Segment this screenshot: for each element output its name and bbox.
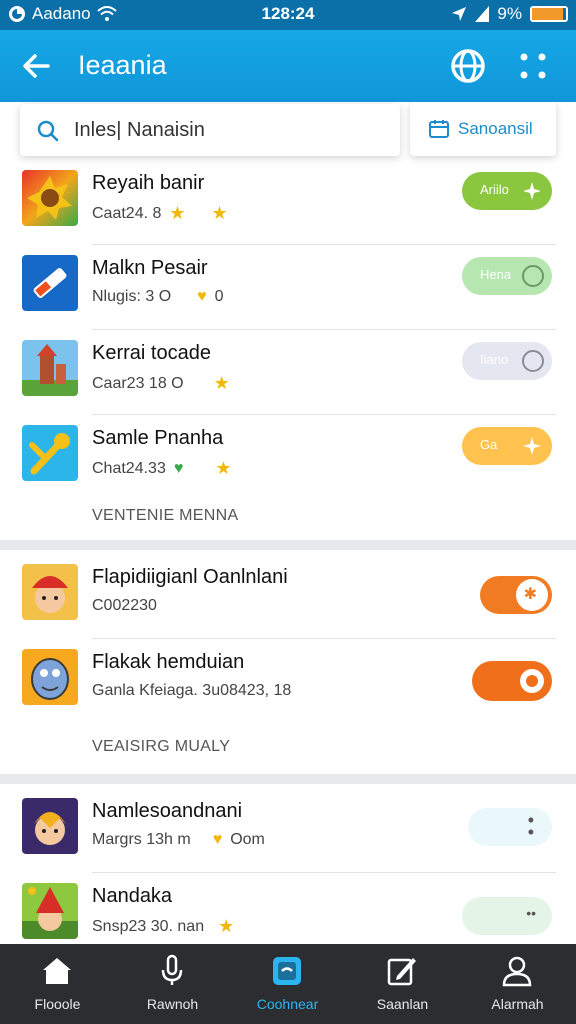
toggle-switch[interactable]: ✱ xyxy=(480,576,552,614)
nav-voice[interactable]: Rawnoh xyxy=(115,944,230,1024)
list-item[interactable]: Kerrai tocade Caar23 18 O ★ Iiano xyxy=(0,330,576,415)
app-thumbnail xyxy=(22,798,78,854)
item-meta: C002230 xyxy=(92,597,157,614)
app-bar: Ieaania xyxy=(0,30,576,102)
star-icon: ★ xyxy=(211,203,228,223)
item-name: Namlesoandnani xyxy=(92,800,243,822)
search-field[interactable]: Inles| Nanaisin xyxy=(20,104,400,156)
search-icon xyxy=(37,120,59,142)
battery-percent: 9% xyxy=(497,4,522,23)
star-icon: ★ xyxy=(213,373,230,393)
microphone-icon xyxy=(161,954,183,985)
app-thumbnail xyxy=(22,425,78,481)
heart-icon: ♥ xyxy=(197,288,207,305)
sparkle-icon xyxy=(523,437,541,455)
scan-button[interactable]: Sanoansil xyxy=(410,102,556,156)
sparkle-icon xyxy=(523,182,541,200)
list-item[interactable]: Flapidiigianl Oanlnlani C002230 ✱ xyxy=(0,554,576,639)
toggle-label: Ga xyxy=(480,437,498,452)
status-bar: Aadano 128:24 9% xyxy=(0,0,576,30)
nav-label: Flooole xyxy=(34,996,81,1012)
heart-icon: ♥ xyxy=(173,459,184,477)
calendar-icon xyxy=(429,120,449,138)
section-header: VENTENIE MENNA xyxy=(92,507,239,524)
star-icon: ★ xyxy=(215,458,232,478)
options-button[interactable]: •• xyxy=(462,897,552,935)
section-divider xyxy=(0,774,576,784)
user-icon xyxy=(502,956,532,987)
page-title: Ieaania xyxy=(78,50,167,80)
main-content: Inles| Nanaisin Sanoansil Reyaih banir C… xyxy=(0,102,576,944)
toggle-label: Iiano xyxy=(480,352,509,367)
item-name: Flakak hemduian xyxy=(92,651,245,673)
nav-label: Rawnoh xyxy=(146,996,199,1012)
more-vertical-icon: • • xyxy=(527,810,534,842)
item-meta: Caar23 18 O xyxy=(92,374,184,392)
toggle-label: Ariilo xyxy=(480,182,509,197)
app-thumbnail xyxy=(22,255,78,311)
bottom-navigation: Flooole Rawnoh Coohnear Saanlan Alarmah xyxy=(0,944,576,1024)
item-name: Reyaih banir xyxy=(92,172,205,194)
list-item[interactable]: Reyaih banir Caat24. 8 ★ ★ Ariilo xyxy=(0,160,576,245)
battery-icon xyxy=(530,6,568,22)
nav-edit[interactable]: Saanlan xyxy=(345,944,460,1024)
item-name: Malkn Pesair xyxy=(92,257,208,279)
app-thumbnail xyxy=(22,170,78,226)
install-toggle[interactable]: Iiano xyxy=(462,342,552,380)
list-item[interactable]: Flakak hemduian Ganla Kfeiaga. 3u08423, … xyxy=(0,639,576,724)
scan-button-label: Sanoansil xyxy=(458,119,533,138)
star-icon: ★ xyxy=(169,203,186,223)
nav-label: Coohnear xyxy=(256,996,319,1012)
item-meta: Chat24.33 xyxy=(92,459,166,477)
section-divider xyxy=(0,540,576,550)
signal-icon xyxy=(475,6,490,22)
app-thumbnail xyxy=(22,340,78,396)
item-meta: Caat24. 8 xyxy=(92,204,162,222)
section-header: VEAISIRG MUALY xyxy=(92,738,231,755)
list-item[interactable]: Nandaka Snsp23 30. nan ★ •• xyxy=(0,873,576,944)
star-icon: ★ xyxy=(218,916,235,936)
install-toggle[interactable]: Ga xyxy=(462,427,552,465)
edit-icon xyxy=(387,958,416,986)
item-name: Nandaka xyxy=(92,885,173,907)
install-toggle[interactable]: Hena xyxy=(462,257,552,295)
location-icon xyxy=(452,7,467,21)
toggle-knob xyxy=(522,265,544,287)
arrow-left-icon[interactable] xyxy=(18,48,54,84)
home-icon xyxy=(43,958,71,984)
nav-label: Alarmah xyxy=(491,996,544,1012)
item-meta: Nlugis: 3 O xyxy=(92,288,172,305)
nav-account[interactable]: Alarmah xyxy=(460,944,575,1024)
list-item[interactable]: Namlesoandnani Margrs 13h m ♥ Oom • • xyxy=(0,788,576,873)
item-meta: Margrs 13h m xyxy=(92,831,191,848)
toggle-knob xyxy=(522,350,544,372)
nav-label: Saanlan xyxy=(376,996,429,1012)
item-name: Samle Pnanha xyxy=(92,427,224,449)
install-toggle[interactable]: Ariilo xyxy=(462,172,552,210)
toggle-label: Hena xyxy=(480,267,512,282)
list-item[interactable]: Malkn Pesair Nlugis: 3 O ♥ 0 Hena xyxy=(0,245,576,330)
options-button[interactable]: •• xyxy=(468,808,552,846)
list-item[interactable]: Samle Pnanha Chat24.33 ♥ ★ Ga xyxy=(0,415,576,500)
item-meta: Ganla Kfeiaga. 3u08423, 18 xyxy=(92,682,292,699)
toggle-switch[interactable] xyxy=(472,661,552,701)
sparkle-icon: ✱ xyxy=(523,586,537,603)
app-thumbnail xyxy=(22,649,78,705)
heart-icon: ♥ xyxy=(212,831,223,848)
nav-device[interactable]: Coohnear xyxy=(230,944,345,1024)
app-thumbnail xyxy=(22,883,78,939)
item-name: Flapidiigianl Oanlnlani xyxy=(92,566,288,588)
item-meta-secondary: Oom xyxy=(230,831,265,848)
more-icon[interactable] xyxy=(516,48,550,84)
app-thumbnail xyxy=(22,564,78,620)
item-meta: Snsp23 30. nan xyxy=(92,917,205,935)
search-input[interactable]: Inles| Nanaisin xyxy=(74,119,205,142)
item-name: Kerrai tocade xyxy=(92,342,211,364)
item-meta-secondary: 0 xyxy=(214,288,224,305)
tablet-icon xyxy=(273,957,301,985)
nav-home[interactable]: Flooole xyxy=(0,944,115,1024)
globe-icon[interactable] xyxy=(448,46,488,86)
dots-icon: •• xyxy=(526,905,536,921)
